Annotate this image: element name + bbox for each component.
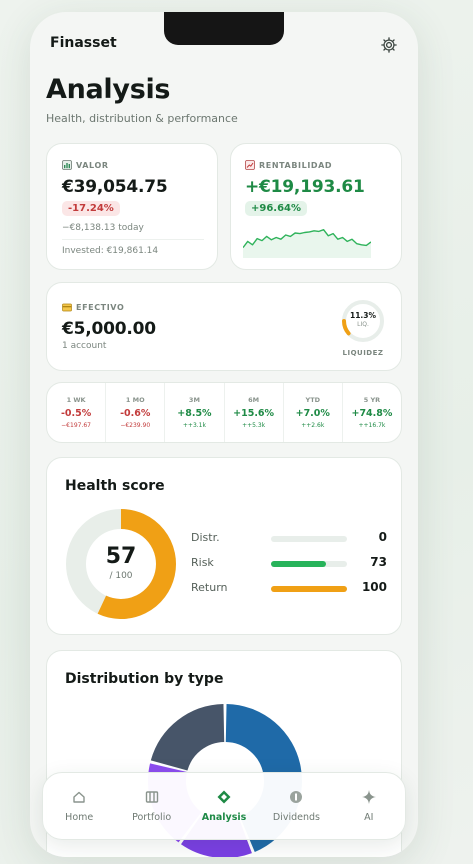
period-amount: −€197.67 bbox=[61, 422, 91, 429]
top-bar: Finasset bbox=[50, 35, 398, 57]
valor-card[interactable]: VALOR €39,054.75 -17.24% −€8,138.13 toda… bbox=[46, 143, 218, 270]
home-icon bbox=[71, 789, 87, 805]
sparkline-area bbox=[243, 229, 371, 258]
valor-value: €39,054.75 bbox=[62, 177, 168, 197]
nav-ai[interactable]: AI bbox=[333, 773, 405, 839]
nav-label: AI bbox=[364, 812, 374, 823]
dividends-icon bbox=[288, 789, 304, 805]
period-returns-card: 1 WK -0.5% −€197.67 1 MO -0.6% −€239.90 3M +8.5… bbox=[46, 382, 402, 443]
period-return: -0.6% bbox=[120, 408, 151, 419]
liquidez-pct: 11.3% bbox=[349, 311, 377, 320]
period-amount: ++2.6k bbox=[301, 422, 325, 429]
analysis-icon bbox=[216, 789, 232, 805]
health-score-value: 57 bbox=[105, 544, 137, 569]
rentabilidad-label: RENTABILIDAD bbox=[245, 160, 332, 170]
bar-chart-icon bbox=[62, 160, 72, 170]
efectivo-label: EFECTIVO bbox=[62, 303, 124, 312]
period-return: +15.6% bbox=[233, 408, 275, 419]
period-1-wk[interactable]: 1 WK -0.5% −€197.67 bbox=[47, 383, 107, 442]
cash-icon bbox=[62, 303, 72, 312]
app-brand: Finasset bbox=[50, 35, 117, 51]
efectivo-value: €5,000.00 bbox=[62, 319, 156, 339]
metric-bar-track bbox=[271, 586, 347, 592]
distribution-title: Distribution by type bbox=[65, 671, 224, 687]
health-score-max: / 100 bbox=[109, 571, 133, 581]
efectivo-card[interactable]: EFECTIVO €5,000.00 1 account 11.3% LIQ. … bbox=[46, 282, 402, 371]
metric-row-distr: Distr. 0 bbox=[191, 530, 387, 547]
period-return: +7.0% bbox=[295, 408, 330, 419]
health-score-title: Health score bbox=[65, 478, 165, 494]
valor-change-abs: −€8,138.13 today bbox=[62, 223, 144, 233]
metric-bar-fill bbox=[271, 586, 347, 592]
rentabilidad-card[interactable]: RENTABILIDAD +€19,193.61 +96.64% bbox=[230, 143, 402, 270]
distribution-segment-4 bbox=[150, 704, 226, 772]
rentabilidad-value: +€19,193.61 bbox=[245, 177, 365, 197]
metric-row-risk: Risk 73 bbox=[191, 555, 387, 572]
period-label: 1 WK bbox=[66, 396, 86, 404]
trend-up-icon bbox=[245, 160, 255, 170]
valor-invested: Invested: €19,861.14 bbox=[62, 246, 159, 256]
valor-label-text: VALOR bbox=[76, 160, 109, 170]
valor-change-badge: -17.24% bbox=[62, 201, 120, 216]
metric-bar-track bbox=[271, 561, 347, 567]
nav-label: Portfolio bbox=[132, 812, 172, 823]
period-amount: ++3.1k bbox=[182, 422, 206, 429]
metric-label: Return bbox=[191, 581, 228, 594]
efectivo-label-text: EFECTIVO bbox=[76, 303, 125, 312]
metric-label: Risk bbox=[191, 556, 214, 569]
nav-label: Home bbox=[65, 812, 94, 823]
metric-value: 0 bbox=[378, 530, 387, 544]
portfolio-icon bbox=[144, 789, 160, 805]
settings-gear-icon[interactable] bbox=[380, 36, 398, 54]
metric-bar-track bbox=[271, 536, 347, 542]
nav-label: Dividends bbox=[272, 812, 320, 823]
period-amount: −€239.90 bbox=[120, 422, 151, 429]
period-label: 1 MO bbox=[125, 396, 145, 404]
bottom-nav: Home Portfolio Analysis Dividends AI bbox=[42, 772, 406, 840]
metric-label: Distr. bbox=[191, 531, 220, 544]
metric-row-return: Return 100 bbox=[191, 580, 387, 597]
period-amount: ++5.3k bbox=[242, 422, 266, 429]
period-amount: ++16.7k bbox=[358, 422, 386, 429]
nav-label: Analysis bbox=[201, 812, 247, 823]
valor-label: VALOR bbox=[62, 160, 109, 170]
page-subtitle: Health, distribution & performance bbox=[46, 112, 238, 125]
metric-bar-fill bbox=[271, 561, 327, 567]
period-1-mo[interactable]: 1 MO -0.6% −€239.90 bbox=[106, 383, 166, 442]
nav-home[interactable]: Home bbox=[43, 773, 115, 839]
rentabilidad-label-text: RENTABILIDAD bbox=[259, 160, 333, 170]
metric-value: 100 bbox=[361, 580, 387, 594]
period-returns-grid: 1 WK -0.5% −€197.67 1 MO -0.6% −€239.90 3M +8.5… bbox=[47, 383, 401, 442]
period-return: -0.5% bbox=[60, 408, 92, 419]
period-6m[interactable]: 6M +15.6% ++5.3k bbox=[225, 383, 284, 442]
nav-portfolio[interactable]: Portfolio bbox=[115, 773, 187, 839]
period-ytd[interactable]: YTD +7.0% ++2.6k bbox=[284, 383, 343, 442]
period-label: YTD bbox=[305, 396, 321, 404]
period-label: 5 YR bbox=[363, 396, 381, 404]
nav-analysis[interactable]: Analysis bbox=[188, 773, 260, 839]
liquidez-label: LIQUIDEZ bbox=[342, 349, 384, 357]
period-return: +74.8% bbox=[351, 408, 393, 419]
period-return: +8.5% bbox=[177, 408, 212, 419]
period-label: 3M bbox=[188, 396, 200, 404]
phone-frame: Finasset Analysis Health, distribution &… bbox=[30, 12, 418, 857]
efectivo-accounts: 1 account bbox=[62, 341, 107, 351]
nav-dividends[interactable]: Dividends bbox=[260, 773, 332, 839]
liquidez-short: LIQ. bbox=[357, 321, 369, 328]
page-title: Analysis bbox=[46, 74, 171, 105]
valor-divider bbox=[62, 239, 204, 240]
period-label: 6M bbox=[248, 396, 260, 404]
health-score-card[interactable]: Health score 57 / 100 Distr. 0 Risk 73 Retur… bbox=[46, 457, 402, 635]
ai-sparkle-icon bbox=[361, 789, 377, 805]
rentabilidad-sparkline bbox=[243, 229, 371, 258]
metric-value: 73 bbox=[370, 555, 387, 569]
rentabilidad-pct-badge: +96.64% bbox=[245, 201, 308, 216]
period-5-yr[interactable]: 5 YR +74.8% ++16.7k bbox=[343, 383, 401, 442]
period-3m[interactable]: 3M +8.5% ++3.1k bbox=[165, 383, 225, 442]
